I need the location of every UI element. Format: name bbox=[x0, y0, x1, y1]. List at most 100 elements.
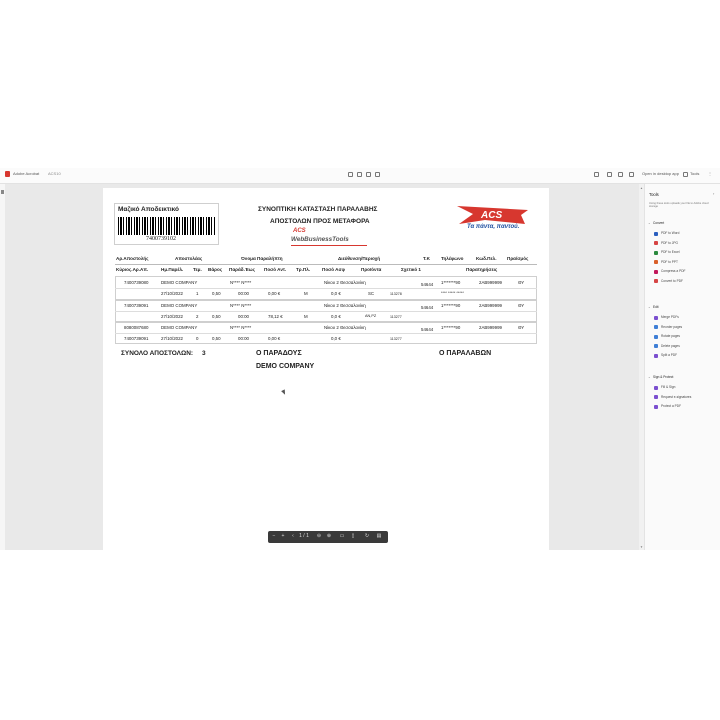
zoom-plus-icon[interactable]: ⊕ bbox=[326, 533, 332, 540]
cell-address: Νίκου 2 Θεσσαλονίκη bbox=[324, 325, 366, 330]
cell-date: 27/10/2022 bbox=[161, 336, 183, 341]
cell-zip: 54644 bbox=[421, 282, 434, 287]
total-label: ΣΥΝΟΛΟ ΑΠΟΣΤΟΛΩΝ: bbox=[121, 350, 194, 357]
tool-item-pdf-to-word[interactable]: PDF to Word bbox=[661, 231, 679, 235]
rotate-icon[interactable]: ↻ bbox=[364, 533, 370, 540]
zoom-out-icon[interactable]: − bbox=[271, 533, 277, 540]
cell-phone: 1*******90 bbox=[441, 280, 461, 285]
section-edit[interactable]: Edit bbox=[653, 305, 659, 309]
tool-item-pdf-to-ppt[interactable]: PDF to PPT bbox=[661, 260, 678, 264]
cell-related: 113277 bbox=[390, 315, 402, 319]
slogan: Τα πάντα, παντού. bbox=[467, 224, 520, 230]
zoom-in-icon[interactable]: + bbox=[280, 533, 286, 540]
cell-customer: 2AB999999 bbox=[479, 325, 502, 330]
bookmark-icon[interactable] bbox=[1, 190, 4, 194]
header-weight: Βάρος bbox=[208, 267, 223, 272]
cell-recipient: N**** N**** bbox=[230, 303, 252, 308]
tool-item-pdf-to-excel[interactable]: PDF to Excel bbox=[661, 250, 680, 254]
tool-item-rotate-pages[interactable]: Rotate pages bbox=[661, 334, 680, 338]
close-panel-icon[interactable]: › bbox=[713, 191, 714, 196]
cell-remarks: **** ***** ***** bbox=[441, 291, 464, 295]
header-cod-amount: Ποσό Αντ. bbox=[264, 267, 287, 272]
deliverer-company: DEMO COMPANY bbox=[256, 363, 315, 370]
cell-until: 00:00 bbox=[238, 336, 249, 341]
header-delivery-date: Ημ.Παρέλ. bbox=[161, 267, 184, 272]
cell-cod: 0,00 € bbox=[268, 336, 281, 341]
tools-panel-desc: Using these tools uploads your file to A… bbox=[649, 202, 709, 209]
print-icon[interactable] bbox=[618, 172, 623, 177]
prev-page-icon[interactable]: ‹ bbox=[290, 533, 296, 540]
cell-cod: 0,00 € bbox=[268, 291, 281, 296]
top-toolbar: Adobe Acrobat ACS10 Open in desktop app … bbox=[0, 168, 720, 184]
acrobat-logo-icon[interactable] bbox=[5, 171, 10, 177]
scroll-down-icon[interactable]: ▼ bbox=[640, 545, 643, 549]
web-logo-acs: ACS bbox=[293, 228, 306, 234]
tools-icon[interactable] bbox=[683, 172, 688, 177]
tool-item-fill-sign[interactable]: Fill & Sign bbox=[661, 385, 675, 389]
tool-item-compress-a-pdf[interactable]: Compress a PDF bbox=[661, 269, 685, 273]
tool-item-merge-pdfs[interactable]: Merge PDFs bbox=[661, 315, 679, 319]
split-icon bbox=[654, 353, 658, 358]
chevron-down-icon[interactable]: ⌄ bbox=[648, 375, 651, 379]
save-icon[interactable] bbox=[629, 172, 634, 177]
single-page-icon[interactable]: ▯ bbox=[350, 533, 356, 540]
cell-insurance: 0,0 € bbox=[331, 336, 341, 341]
tool-item-request-e-signatures[interactable]: Request e-signatures bbox=[661, 395, 691, 399]
zoom-minus-icon[interactable]: ⊖ bbox=[316, 533, 322, 540]
read-mode-icon[interactable]: ▤ bbox=[376, 533, 382, 540]
header-zip: Τ.Κ bbox=[423, 256, 430, 261]
scroll-up-icon[interactable]: ▲ bbox=[640, 186, 643, 190]
header-shipment-no: Αρ.Αποστολής bbox=[116, 256, 149, 261]
tool-item-pdf-to-jpg[interactable]: PDF to JPG bbox=[661, 241, 678, 245]
label-title: Μαζικό Αποδεικτικό bbox=[118, 206, 180, 213]
tools-button[interactable]: Tools bbox=[690, 171, 699, 176]
header-pieces: Τεμ. bbox=[193, 267, 202, 272]
comment-icon[interactable] bbox=[357, 172, 362, 177]
protect-icon bbox=[654, 404, 658, 409]
word-icon bbox=[654, 231, 658, 236]
section-convert[interactable]: Convert bbox=[653, 221, 664, 225]
cell-payment: M bbox=[304, 291, 308, 296]
tool-item-reorder-pages[interactable]: Reorder pages bbox=[661, 325, 682, 329]
tool-item-convert-to-pdf[interactable]: Convert to PDF bbox=[661, 279, 683, 283]
cell-destination: ΘΥ bbox=[518, 303, 525, 308]
row-divider bbox=[115, 311, 537, 312]
tool-item-delete-pages[interactable]: Delete pages bbox=[661, 344, 680, 348]
chevron-down-icon[interactable]: ⌄ bbox=[648, 221, 651, 225]
download-icon[interactable] bbox=[607, 172, 612, 177]
chevron-down-icon[interactable]: ⌄ bbox=[648, 305, 651, 309]
tool-item-protect-a-pdf[interactable]: Protect a PDF bbox=[661, 404, 681, 408]
share-icon[interactable] bbox=[594, 172, 599, 177]
web-logo-text: WebBusinessTools bbox=[291, 236, 349, 243]
total-value: 3 bbox=[202, 350, 206, 357]
cell-cod: 78,12 € bbox=[268, 314, 283, 319]
draw-icon[interactable] bbox=[375, 172, 380, 177]
cell-main-shipment-id: 7400739091 bbox=[124, 336, 149, 341]
page-indicator[interactable]: 1 / 1 bbox=[298, 533, 310, 540]
cell-related: 113278 bbox=[390, 292, 402, 296]
header-related: Σχετικό 1 bbox=[401, 267, 421, 272]
ppt-icon bbox=[654, 260, 658, 264]
compress-icon bbox=[654, 269, 658, 274]
cell-customer: 2AB999999 bbox=[479, 280, 502, 285]
highlight-icon[interactable] bbox=[366, 172, 371, 177]
header-remarks: Παρατηρήσεις bbox=[466, 267, 498, 272]
header-main-shipment: Κύριος.Αρ.Απ. bbox=[116, 267, 149, 272]
cell-weight: 0,50 bbox=[212, 336, 221, 341]
header-divider bbox=[115, 264, 537, 265]
tool-item-split-a-pdf[interactable]: Split a PDF bbox=[661, 353, 677, 357]
rotate-icon bbox=[654, 334, 658, 339]
cell-date: 27/10/2022 bbox=[161, 314, 183, 319]
more-icon[interactable]: ⋮ bbox=[708, 171, 712, 176]
open-desktop-link[interactable]: Open in desktop app bbox=[642, 171, 679, 176]
delete-icon bbox=[654, 344, 658, 348]
image-icon bbox=[654, 241, 658, 245]
fit-page-icon[interactable]: ▭ bbox=[339, 533, 345, 540]
cell-sender: DEMO COMPANY bbox=[161, 280, 198, 285]
cell-product: SC bbox=[368, 291, 375, 296]
text-tool-icon[interactable] bbox=[348, 172, 353, 177]
cell-sender: DEMO COMPANY bbox=[161, 325, 198, 330]
header-recipient: Όνομα Παραλήπτη bbox=[241, 256, 283, 261]
cell-until: 00:00 bbox=[238, 291, 249, 296]
section-sign-protect[interactable]: Sign & Protect bbox=[653, 375, 673, 379]
